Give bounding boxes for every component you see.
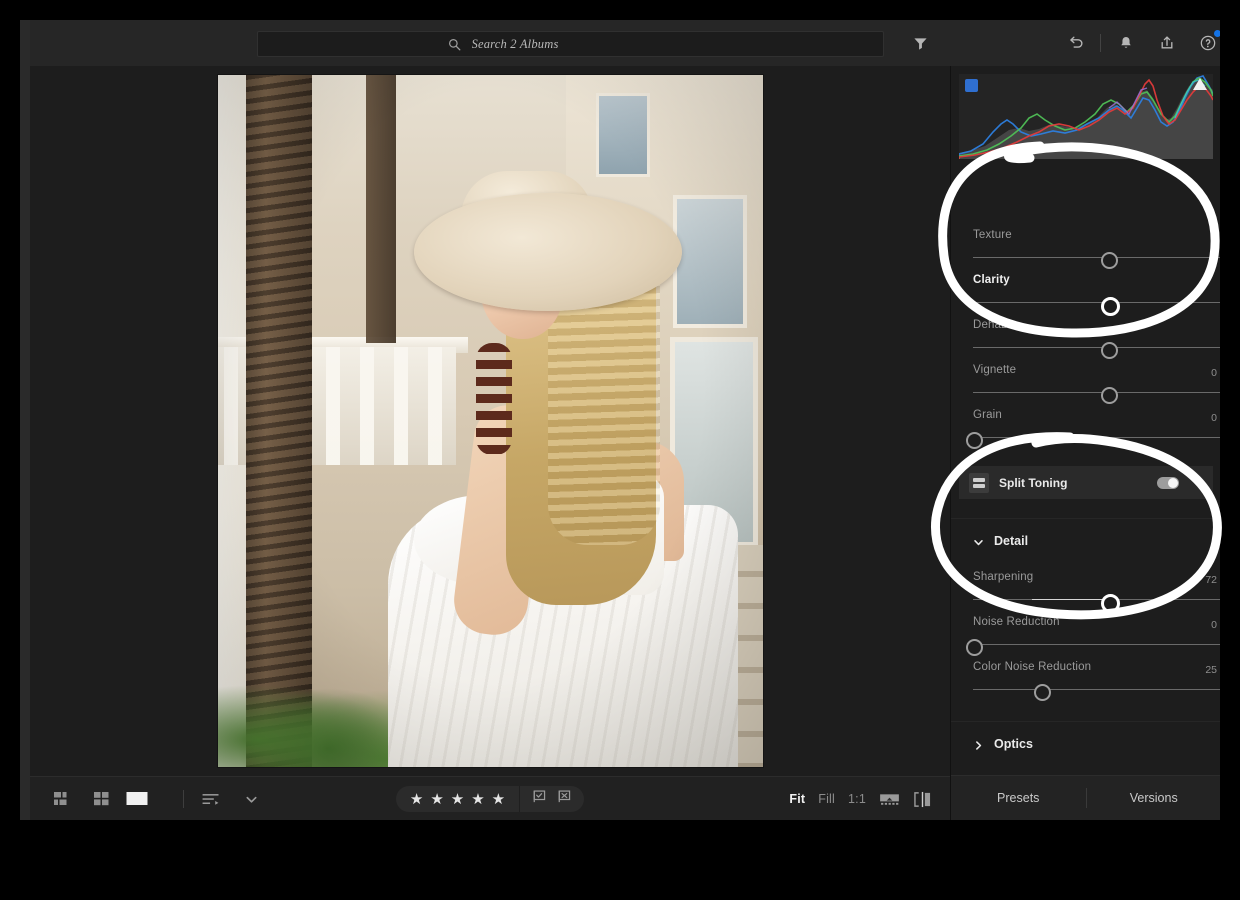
sort-group xyxy=(198,777,264,820)
bottom-toolbar: ★ ★ ★ ★ ★ xyxy=(30,776,950,820)
slider-label: Texture xyxy=(973,229,1012,241)
chevron-down-icon[interactable] xyxy=(238,788,264,810)
slider-track[interactable] xyxy=(973,636,1220,654)
slider-noise-reduction[interactable]: Noise Reduction 0 xyxy=(951,616,1220,654)
slider-dehaze[interactable]: Dehaze 0 xyxy=(951,319,1220,357)
right-panel-footer: Presets Versions xyxy=(951,775,1220,820)
screenshot-root: ★ ★ ★ ★ ★ xyxy=(0,0,1240,900)
edited-photo[interactable] xyxy=(218,75,763,767)
star-rating[interactable]: ★ ★ ★ ★ ★ xyxy=(396,792,519,807)
reset-icon[interactable] xyxy=(1189,477,1203,489)
slider-track[interactable] xyxy=(973,249,1220,267)
zoom-1to1-button[interactable]: 1:1 xyxy=(848,792,866,806)
slider-label: Clarity xyxy=(973,274,1010,286)
star-4[interactable]: ★ xyxy=(471,792,484,807)
slider-label: Sharpening xyxy=(973,571,1033,583)
sort-icon[interactable] xyxy=(198,788,224,810)
slider-track[interactable] xyxy=(973,429,1220,447)
single-photo-view-icon[interactable] xyxy=(124,788,150,810)
search-bar[interactable] xyxy=(257,31,884,57)
split-toning-row[interactable]: Split Toning xyxy=(959,466,1213,499)
section-label: Optics xyxy=(994,737,1033,751)
flag-reject-icon[interactable] xyxy=(557,789,572,809)
filter-icon[interactable] xyxy=(904,20,936,66)
share-icon[interactable] xyxy=(1151,20,1183,66)
slider-knob[interactable] xyxy=(1034,684,1051,701)
slider-color-noise-reduction[interactable]: Color Noise Reduction 25 xyxy=(951,661,1220,699)
slider-label: Noise Reduction xyxy=(973,616,1060,628)
slider-track[interactable] xyxy=(973,384,1220,402)
section-header-detail[interactable]: Detail xyxy=(951,518,1220,562)
slider-label: Color Noise Reduction xyxy=(973,661,1091,673)
top-toolbar xyxy=(20,20,1220,66)
filmstrip-toggle-icon[interactable] xyxy=(879,792,900,807)
slider-track[interactable] xyxy=(973,591,1220,609)
chevron-down-icon xyxy=(973,535,984,546)
before-after-compare-icon[interactable] xyxy=(913,791,932,808)
help-icon[interactable] xyxy=(1192,20,1220,66)
view-mode-group xyxy=(52,777,150,820)
zoom-group: Fit Fill 1:1 xyxy=(789,777,932,820)
star-1[interactable]: ★ xyxy=(410,792,423,807)
slider-value: 25 xyxy=(1205,664,1217,676)
section-header-optics[interactable]: Optics xyxy=(951,721,1220,765)
mosaic-grid-view-icon[interactable] xyxy=(52,788,78,810)
split-toning-icon xyxy=(969,473,989,493)
slider-knob[interactable] xyxy=(1101,342,1118,359)
slider-knob[interactable] xyxy=(1101,387,1118,404)
slider-value: 72 xyxy=(1205,574,1217,586)
lightroom-app-window: ★ ★ ★ ★ ★ xyxy=(20,20,1220,820)
slider-track[interactable] xyxy=(973,339,1220,357)
zoom-fill-button[interactable]: Fill xyxy=(818,792,835,806)
slider-track[interactable] xyxy=(973,681,1220,699)
slider-clarity[interactable]: Clarity + 2 xyxy=(951,274,1220,312)
help-badge xyxy=(1214,30,1220,37)
slider-vignette[interactable]: Vignette 0 xyxy=(951,364,1220,402)
bell-icon[interactable] xyxy=(1110,20,1142,66)
slider-value: 0 xyxy=(1211,412,1217,424)
slider-knob[interactable] xyxy=(1101,594,1120,613)
chevron-right-icon xyxy=(973,738,984,749)
star-5[interactable]: ★ xyxy=(492,792,505,807)
slider-label: Grain xyxy=(973,409,1002,421)
slider-texture[interactable]: Texture xyxy=(951,229,1220,267)
slider-knob[interactable] xyxy=(966,432,983,449)
versions-button[interactable]: Versions xyxy=(1087,791,1221,805)
slider-grain[interactable]: Grain 0 xyxy=(951,409,1220,447)
star-2[interactable]: ★ xyxy=(430,792,443,807)
slider-label: Dehaze xyxy=(973,319,1014,331)
undo-icon[interactable] xyxy=(1060,20,1092,66)
flag-pick-icon[interactable] xyxy=(532,789,547,809)
slider-knob[interactable] xyxy=(1101,252,1118,269)
shadow-clipping-indicator[interactable] xyxy=(965,79,978,92)
left-rail-top xyxy=(20,20,30,66)
search-icon xyxy=(448,38,461,51)
toolbar-divider xyxy=(1100,34,1101,52)
slider-label: Vignette xyxy=(973,364,1016,376)
zoom-fit-button[interactable]: Fit xyxy=(789,792,805,806)
search-input[interactable] xyxy=(470,36,694,53)
split-toning-label: Split Toning xyxy=(999,476,1147,490)
slider-track[interactable] xyxy=(973,294,1220,312)
star-3[interactable]: ★ xyxy=(451,792,464,807)
toolbar-divider xyxy=(183,790,184,808)
flag-group xyxy=(520,789,584,809)
left-rail[interactable] xyxy=(20,66,30,820)
highlight-clipping-indicator[interactable] xyxy=(1193,78,1207,90)
slider-value: 0 xyxy=(1211,619,1217,631)
slider-knob[interactable] xyxy=(966,639,983,656)
photo-canvas[interactable] xyxy=(30,66,950,776)
square-grid-view-icon[interactable] xyxy=(88,788,114,810)
slider-value: 0 xyxy=(1211,367,1217,379)
histogram[interactable] xyxy=(959,74,1213,159)
split-toning-toggle[interactable] xyxy=(1157,477,1179,489)
presets-button[interactable]: Presets xyxy=(951,791,1086,805)
rating-pill[interactable]: ★ ★ ★ ★ ★ xyxy=(396,786,584,812)
slider-knob[interactable] xyxy=(1101,297,1120,316)
slider-sharpening[interactable]: Sharpening 72 xyxy=(951,571,1220,609)
right-edit-panel: Texture Clarity + 2 xyxy=(950,66,1220,820)
section-label: Detail xyxy=(994,534,1028,548)
